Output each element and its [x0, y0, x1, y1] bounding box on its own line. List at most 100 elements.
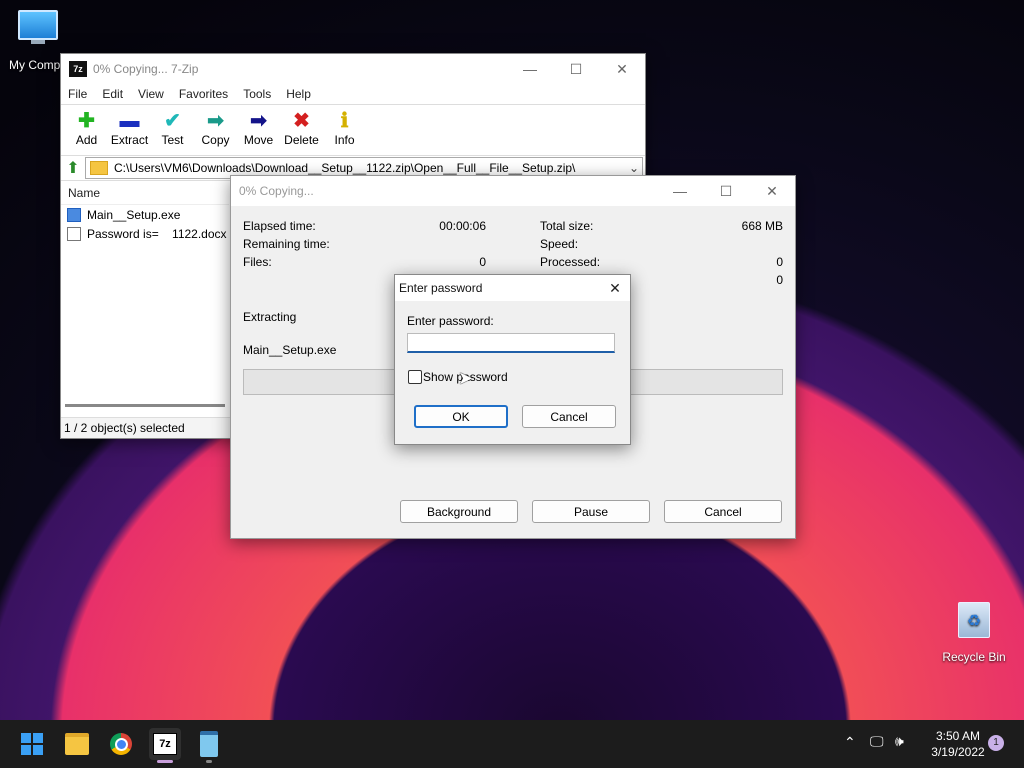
window-title: 0% Copying... 7-Zip [93, 62, 199, 76]
chevron-down-icon[interactable]: ⌄ [626, 161, 642, 175]
notification-badge[interactable]: 1 [988, 735, 1004, 751]
file-explorer-icon [65, 733, 89, 755]
minimize-icon: — [523, 61, 537, 77]
total-size-value: 668 MB [741, 219, 783, 233]
info-button[interactable]: ℹ Info [323, 105, 366, 147]
extract-button[interactable]: ▬ Extract [108, 105, 151, 147]
volume-icon[interactable]: 🕪 [895, 733, 904, 750]
column-header-name[interactable]: Name [61, 182, 229, 205]
minimize-button[interactable]: — [507, 54, 553, 84]
mouse-cursor-icon: ➤ [458, 368, 474, 388]
processed-label: Processed: [540, 255, 601, 269]
7zip-app-icon: 7z [69, 61, 87, 77]
menu-file[interactable]: File [68, 87, 87, 101]
enter-password-dialog: Enter password ✕ Enter password: Show pa… [394, 274, 631, 445]
network-icon[interactable]: 🖵 [870, 733, 884, 750]
processed-value: 0 [776, 255, 783, 269]
minimize-icon: — [673, 183, 687, 199]
folder-up-button[interactable]: ⬆ [61, 158, 85, 178]
dialog-title: Enter password [399, 281, 483, 295]
close-icon: ✕ [609, 279, 621, 296]
file-name: Main__Setup.exe [87, 207, 181, 222]
password-prompt: Enter password: [407, 314, 494, 328]
chrome-button[interactable] [105, 728, 137, 760]
password-input[interactable] [407, 333, 615, 353]
files-label: Files: [243, 255, 272, 269]
file-explorer-button[interactable] [61, 728, 93, 760]
document-icon [67, 226, 81, 241]
menu-help[interactable]: Help [286, 87, 311, 101]
copy-button[interactable]: ➡ Copy [194, 105, 237, 147]
extract-icon: ▬ [119, 110, 140, 132]
delete-button[interactable]: ✖ Delete [280, 105, 323, 147]
menu-favorites[interactable]: Favorites [179, 87, 228, 101]
notepad-button[interactable] [193, 728, 225, 763]
cancel-button[interactable]: Cancel [522, 405, 616, 428]
info-icon: ℹ [340, 110, 349, 132]
clock-time: 3:50 AM [935, 729, 981, 743]
maximize-icon: ☐ [569, 60, 583, 77]
extra-value: 0 [776, 273, 783, 287]
monitor-icon [18, 10, 58, 40]
add-button[interactable]: ✚ Add [65, 105, 108, 147]
copy-icon: ➡ [207, 110, 224, 132]
recycle-bin-desktop-icon[interactable]: ♻ Recycle Bin [936, 602, 1012, 664]
test-button[interactable]: ✔ Test [151, 105, 194, 147]
show-password-checkbox[interactable] [408, 370, 422, 384]
menu-edit[interactable]: Edit [102, 87, 123, 101]
close-button[interactable]: ✕ [749, 176, 795, 206]
notepad-icon [200, 731, 218, 757]
dialog-title: 0% Copying... [239, 184, 314, 198]
maximize-button[interactable]: ☐ [703, 176, 749, 206]
move-button[interactable]: ➡ Move [237, 105, 280, 147]
chrome-icon [110, 733, 132, 755]
menu-view[interactable]: View [138, 87, 164, 101]
start-icon [21, 733, 43, 755]
background-button[interactable]: Background [400, 500, 518, 523]
file-name: Password is= 1122.docx [87, 226, 227, 241]
close-icon: ✕ [766, 182, 778, 199]
file-row[interactable]: Password is= 1122.docx [61, 224, 229, 243]
add-icon: ✚ [78, 110, 95, 132]
ok-button[interactable]: OK [414, 405, 508, 428]
toolbar: ✚ Add ▬ Extract ✔ Test ➡ Copy ➡ Move ✖ Delete … [61, 104, 645, 156]
show-hidden-icons-chevron-icon[interactable]: ⌃ [844, 734, 856, 751]
test-icon: ✔ [164, 110, 181, 132]
folder-up-icon: ⬆ [66, 160, 80, 177]
pause-button[interactable]: Pause [532, 500, 650, 523]
minimize-button[interactable]: — [657, 176, 703, 206]
menu-tools[interactable]: Tools [243, 87, 271, 101]
start-button[interactable] [16, 728, 48, 760]
maximize-button[interactable]: ☐ [553, 54, 599, 84]
menu-bar: File Edit View Favorites Tools Help [61, 84, 645, 104]
dialog-title-bar[interactable]: Enter password ✕ [395, 275, 630, 301]
7zip-taskbar-button[interactable]: 7z [149, 728, 181, 763]
close-icon: ✕ [616, 60, 628, 77]
clock-date: 3/19/2022 [931, 745, 985, 759]
horizontal-scrollbar[interactable] [65, 404, 225, 407]
close-button[interactable]: ✕ [599, 54, 645, 84]
folder-icon [90, 161, 108, 175]
remaining-time-label: Remaining time: [243, 237, 330, 251]
status-bar: 1 / 2 object(s) selected [61, 417, 234, 438]
exe-icon [67, 207, 81, 222]
address-path: C:\Users\VM6\Downloads\Download__Setup__… [114, 161, 576, 175]
extracting-label: Extracting [243, 310, 297, 324]
elapsed-time-label: Elapsed time: [243, 219, 316, 233]
move-icon: ➡ [250, 110, 267, 132]
close-button[interactable]: ✕ [600, 275, 630, 301]
recycle-bin-icon: ♻ [958, 602, 990, 638]
speed-label: Speed: [540, 237, 579, 251]
title-bar[interactable]: 7z 0% Copying... 7-Zip — ☐ ✕ [61, 54, 645, 84]
clock[interactable]: 3:50 AM 3/19/2022 [922, 728, 994, 760]
files-value: 0 [479, 255, 486, 269]
elapsed-time-value: 00:00:06 [439, 219, 486, 233]
recycle-bin-label: Recycle Bin [942, 650, 1006, 664]
delete-icon: ✖ [293, 110, 310, 132]
file-row[interactable]: Main__Setup.exe [61, 205, 229, 224]
current-file-label: Main__Setup.exe [243, 343, 337, 357]
cancel-button[interactable]: Cancel [664, 500, 782, 523]
taskbar: 7z ⌃ 🖵 🕪 3:50 AM 3/19/2022 [0, 720, 1024, 768]
total-size-label: Total size: [540, 219, 594, 233]
dialog-title-bar[interactable]: 0% Copying... — ☐ ✕ [231, 176, 795, 206]
